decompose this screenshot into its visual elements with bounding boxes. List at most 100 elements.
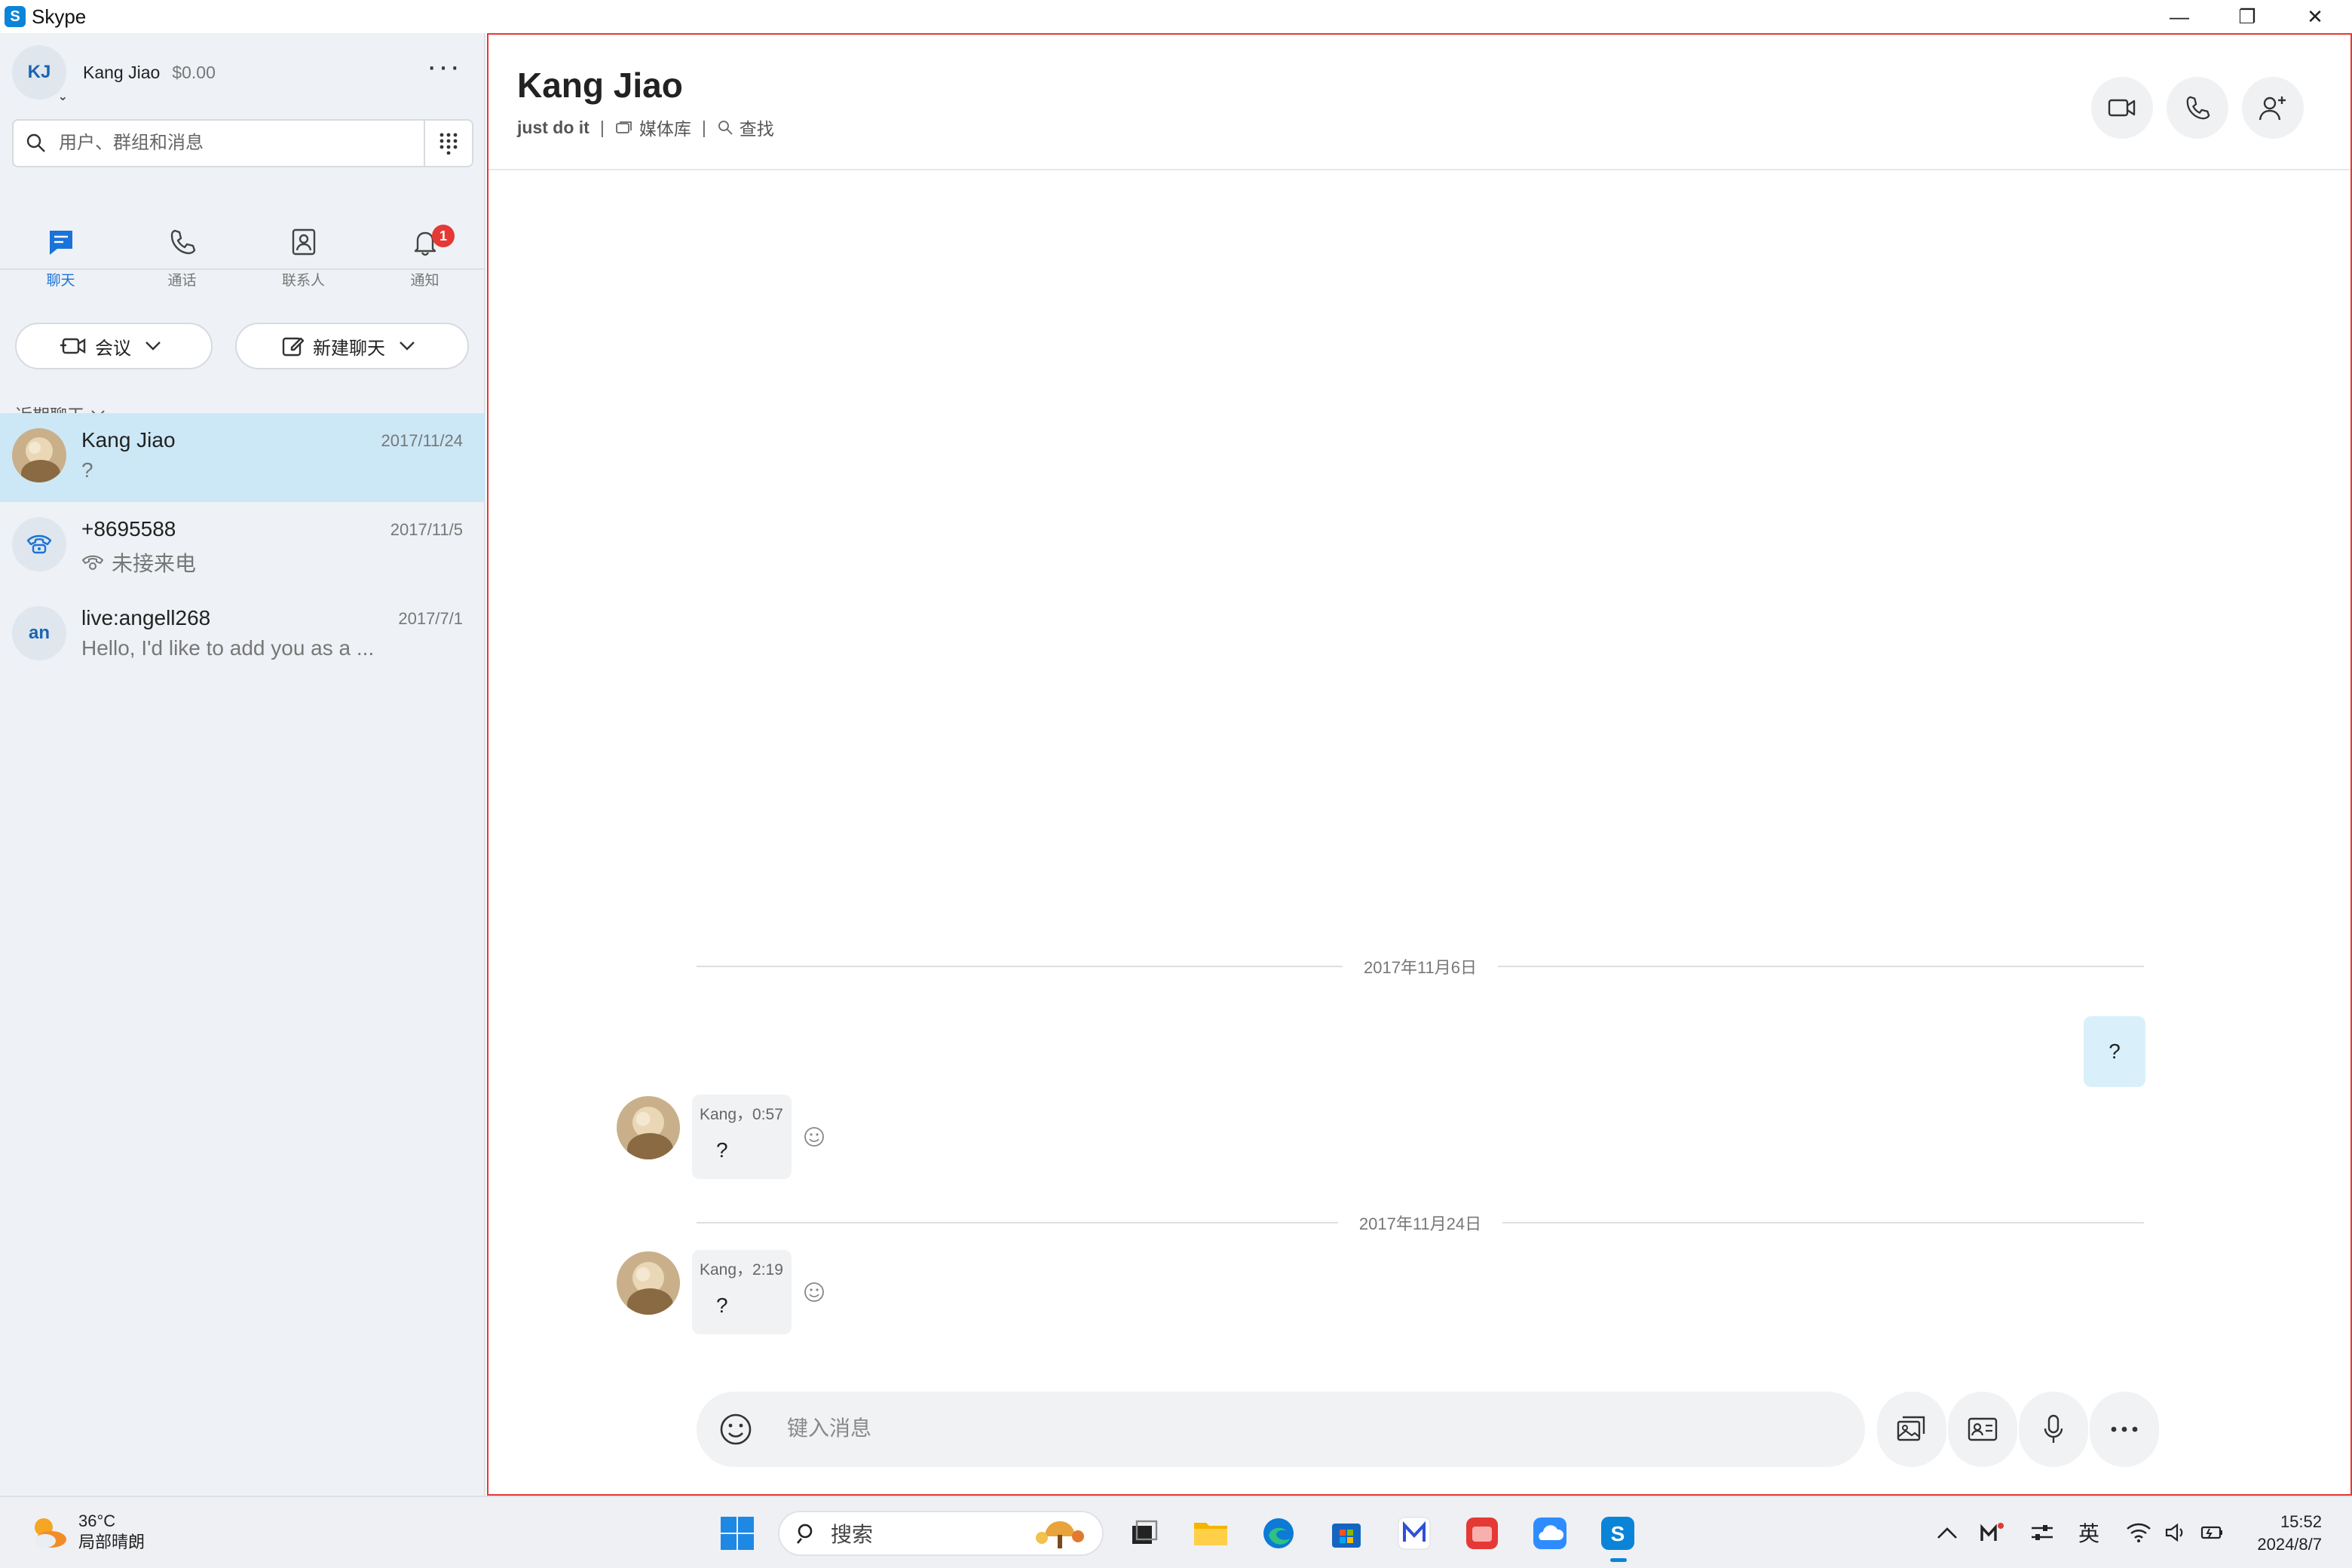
search-box[interactable] xyxy=(12,119,473,167)
message-bubble[interactable]: Kang，0:57 ? xyxy=(692,1095,792,1179)
tab-calls[interactable]: 通话 xyxy=(121,194,243,289)
voice-message-button[interactable] xyxy=(2019,1392,2088,1467)
search-icon xyxy=(797,1524,813,1544)
tab-label: 联系人 xyxy=(281,273,325,289)
message-bubble[interactable]: Kang，2:19 ? xyxy=(692,1250,792,1334)
window-title: Skype xyxy=(32,5,87,28)
mood-message: just do it xyxy=(517,117,590,137)
conversation-name: Kang Jiao xyxy=(81,428,176,452)
message-meta: Kang，0:57 xyxy=(700,1106,783,1123)
title-bar: S Skype — ❐ ✕ xyxy=(0,0,2352,33)
conversation-date: 2017/7/1 xyxy=(398,609,463,628)
chat-icon xyxy=(47,228,75,260)
minimize-button[interactable]: — xyxy=(2145,0,2213,33)
video-camera-icon xyxy=(60,338,86,354)
divider xyxy=(697,966,1343,967)
nav-tabs: 聊天 通话 联系人 通知 1 xyxy=(0,194,485,289)
clock-date: 2024/8/7 xyxy=(2257,1535,2322,1554)
send-contact-button[interactable] xyxy=(1948,1392,2017,1467)
send-media-button[interactable] xyxy=(1877,1392,1946,1467)
divider xyxy=(1502,1222,2145,1223)
contact-card-icon xyxy=(1968,1417,1998,1441)
profile[interactable]: KJ ⌄ Kang Jiao $0.00 xyxy=(12,45,216,103)
skype-logo-icon: S xyxy=(5,6,26,27)
more-options-icon xyxy=(2111,1426,2138,1432)
file-explorer-icon[interactable] xyxy=(1188,1511,1233,1556)
tab-notifications[interactable]: 通知 1 xyxy=(364,194,485,289)
own-message-bubble[interactable]: ? xyxy=(2084,1016,2145,1087)
taskbar-search[interactable]: 搜索 xyxy=(778,1511,1104,1556)
date-separator-label: 2017年11月6日 xyxy=(1364,958,1478,977)
more-options-button[interactable] xyxy=(2090,1392,2159,1467)
taskbar-search-label: 搜索 xyxy=(831,1523,874,1546)
dialpad-icon[interactable] xyxy=(424,121,472,166)
profile-name: Kang Jiao xyxy=(83,62,161,82)
battery-icon[interactable] xyxy=(2194,1514,2231,1551)
settings-toggle-icon[interactable] xyxy=(2023,1514,2061,1551)
microsoft-store-icon[interactable] xyxy=(1324,1511,1369,1556)
more-options-icon[interactable]: ··· xyxy=(427,51,461,81)
message-input[interactable] xyxy=(787,1410,1239,1447)
conversation-item[interactable]: an live:angell268 2017/7/1 Hello, I'd li… xyxy=(0,591,485,680)
contacts-icon xyxy=(289,228,318,260)
cloud-app-icon[interactable] xyxy=(1527,1511,1573,1556)
avatar[interactable]: KJ ⌄ xyxy=(12,45,68,103)
new-chat-button[interactable]: 新建聊天 xyxy=(235,323,469,369)
sender-avatar[interactable] xyxy=(617,1251,680,1315)
task-view-icon[interactable] xyxy=(1122,1511,1167,1556)
add-person-icon xyxy=(2259,96,2286,121)
search-input[interactable] xyxy=(59,133,421,154)
conversation-item[interactable]: +8695588 2017/11/5 未接来电 xyxy=(0,502,485,591)
tab-label: 聊天 xyxy=(46,273,75,289)
chevron-up-icon[interactable] xyxy=(1928,1514,1966,1551)
tray-m-icon[interactable] xyxy=(1974,1514,2011,1551)
weather-condition: 局部晴朗 xyxy=(78,1533,145,1551)
message-composer xyxy=(697,1392,1865,1467)
clock-time: 15:52 xyxy=(2280,1512,2322,1531)
separator: | xyxy=(599,117,605,137)
media-gallery-link[interactable]: 媒体库 xyxy=(615,115,691,140)
video-call-button[interactable] xyxy=(2091,77,2153,139)
audio-call-button[interactable] xyxy=(2167,77,2228,139)
huawei-appgallery-icon[interactable] xyxy=(1459,1511,1505,1556)
skype-taskbar-icon[interactable]: S xyxy=(1595,1511,1640,1562)
add-people-button[interactable] xyxy=(2242,77,2304,139)
sender-avatar[interactable] xyxy=(617,1096,680,1159)
date-separator: 2017年11月6日 xyxy=(697,954,2145,978)
restore-button[interactable]: ❐ xyxy=(2213,0,2281,33)
avatar-initials: KJ xyxy=(27,62,51,82)
meet-now-label: 会议 xyxy=(95,338,131,359)
weather-widget[interactable]: 36°C 局部晴朗 xyxy=(27,1511,145,1553)
app-m-icon[interactable] xyxy=(1392,1511,1437,1556)
system-clock[interactable]: 15:52 2024/8/7 xyxy=(2257,1511,2322,1556)
tab-chats[interactable]: 聊天 xyxy=(0,194,121,289)
contact-avatar xyxy=(12,428,66,482)
meet-now-button[interactable]: 会议 xyxy=(15,323,213,369)
conversation-name: +8695588 xyxy=(81,517,176,541)
conversation-date: 2017/11/5 xyxy=(390,520,463,539)
edge-browser-icon[interactable] xyxy=(1256,1511,1301,1556)
conversation-preview: 未接来电 xyxy=(81,547,196,577)
tab-contacts[interactable]: 联系人 xyxy=(243,194,364,289)
profile-credit[interactable]: $0.00 xyxy=(172,63,216,83)
chat-title[interactable]: Kang Jiao xyxy=(517,65,683,106)
missed-call-icon xyxy=(82,555,103,570)
wifi-icon[interactable] xyxy=(2120,1514,2158,1551)
date-separator: 2017年11月24日 xyxy=(697,1211,2145,1235)
reaction-smiley-icon[interactable] xyxy=(801,1123,828,1150)
search-icon xyxy=(718,121,733,135)
emoji-icon[interactable] xyxy=(718,1411,754,1451)
close-button[interactable]: ✕ xyxy=(2281,0,2349,33)
new-chat-label: 新建聊天 xyxy=(313,338,385,359)
microphone-icon xyxy=(2044,1414,2063,1443)
chat-header: Kang Jiao just do it | 媒体库 | 查找 xyxy=(488,35,2350,170)
windows-start-icon[interactable] xyxy=(715,1511,760,1556)
volume-icon[interactable] xyxy=(2158,1514,2195,1551)
reaction-smiley-icon[interactable] xyxy=(801,1279,828,1306)
notification-badge: 1 xyxy=(432,225,455,247)
taskbar: 36°C 局部晴朗 搜索 S 英 15:52 2024/8/7 xyxy=(0,1496,2352,1568)
conversation-item[interactable]: Kang Jiao 2017/11/24 ? xyxy=(0,413,485,502)
find-link[interactable]: 查找 xyxy=(717,115,774,140)
video-camera-icon xyxy=(2108,99,2136,117)
ime-indicator[interactable]: 英 xyxy=(2070,1514,2108,1551)
